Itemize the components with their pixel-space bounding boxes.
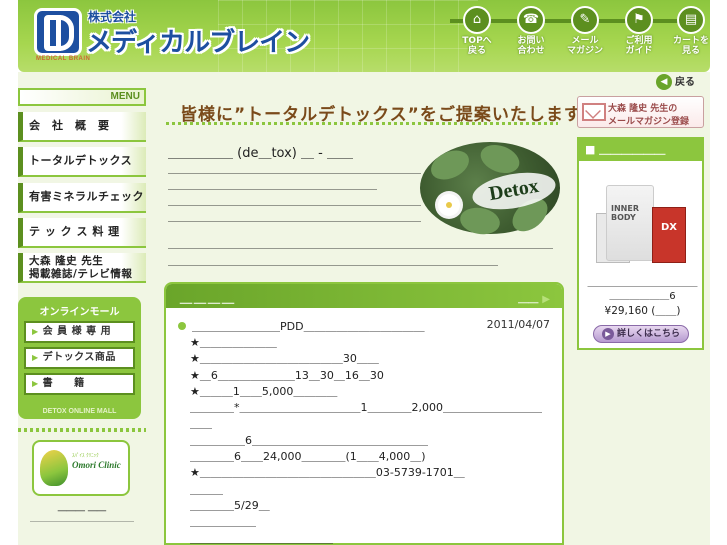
clinic-banner[interactable]: ｽﾊﾟｲｽ ｸﾘﾆｯｸ Omori Clinic (32, 440, 130, 496)
back-arrow-icon: ◀ (656, 74, 672, 90)
product-detail-button[interactable]: ▶ 詳しくはこちら (593, 325, 689, 343)
mail-magazine-line2: メールマガジン登録 (608, 117, 690, 127)
triangle-right-icon: ▶ (542, 294, 550, 305)
nav-cart-label: カートを 見る (672, 36, 709, 56)
triangle-right-icon: ▶ (32, 379, 39, 388)
logo-subtitle: MEDICAL BRAIN (36, 56, 91, 62)
intro-paragraph-1: ＿＿＿＿＿＿＿＿＿＿＿＿＿＿＿＿＿＿＿＿＿＿＿＿＿＿＿＿＿＿＿＿＿＿＿＿＿＿＿＿… (168, 162, 421, 191)
title-underline (166, 122, 558, 125)
sidebar-item-mineral-check[interactable]: 有害ミネラルチェック (18, 183, 146, 213)
news-more-link[interactable]: ＿＿ ▶ (518, 290, 550, 305)
nav-contact-label: お問い 合わせ (517, 36, 545, 56)
mall-members-button[interactable]: ▶ 会 員 様 専 用 (24, 321, 135, 343)
news-line: ★＿＿＿＿＿＿＿ (190, 336, 277, 349)
mail-magazine-line1: 大森 隆史 先生の (608, 104, 678, 114)
top-navigation: ⌂ TOPへ 戻る ☎ お問い 合わせ ✎ メール マガジン ⚑ ご利用 ガイド… (438, 6, 710, 64)
detox-leaf-image: Detox (420, 139, 560, 238)
logo-company-name[interactable]: メディカルブレイン (86, 22, 310, 59)
product-box: ■ ＿＿＿＿＿＿ INNER BODY DX ＿＿＿＿＿＿＿＿＿＿＿＿＿＿＿＿＿… (577, 137, 704, 350)
news-line: ＿＿＿＿6＿＿24,000＿＿＿＿(1＿＿4,000＿) (190, 450, 426, 464)
news-item-date: 2011/04/07 (486, 318, 550, 331)
product-price: ¥29,160 (＿＿) (604, 305, 681, 317)
news-panel: ＿＿＿＿ ＿＿ ▶ ＿＿＿＿＿＿＿＿PDD＿＿＿＿＿＿＿＿＿＿＿ 2011/04/… (164, 282, 564, 545)
sidebar-item-media-line1: 大森 隆史 先生 (29, 255, 104, 267)
product-tub-label: INNER BODY (611, 204, 639, 222)
online-mall-footer: DETOX ONLINE MALL (42, 408, 117, 415)
clinic-logo-sub: ｽﾊﾟｲｽ ｸﾘﾆｯｸ (72, 453, 99, 459)
clinic-logo-name: Omori Clinic (72, 460, 121, 470)
sidebar-item-total-detox[interactable]: トータルデトックス (18, 147, 146, 177)
left-menu: MENU (18, 88, 146, 106)
flower-icon (438, 194, 460, 216)
cart-icon: ▤ (677, 6, 705, 34)
nav-guide-link[interactable]: ⚑ ご利用 ガイド (612, 6, 666, 56)
intro-paragraph-3: ＿＿＿＿＿＿＿＿＿＿＿＿＿＿＿＿＿＿＿＿＿＿＿＿＿＿＿＿＿＿＿＿＿＿＿＿＿＿＿＿… (168, 237, 553, 267)
menu-heading: MENU (18, 88, 146, 106)
phone-icon: ☎ (517, 6, 545, 34)
company-logo-icon[interactable] (34, 8, 82, 56)
product-image[interactable]: INNER BODY DX (596, 181, 688, 269)
news-line: ＿＿＿＿＿＿ (190, 515, 256, 529)
nav-top-link[interactable]: ⌂ TOPへ 戻る (450, 6, 504, 56)
news-title: ＿＿＿＿ (180, 291, 237, 305)
nav-cart-link[interactable]: ▤ カートを 見る (664, 6, 710, 56)
news-line: ＿＿＿＿＿6＿＿＿＿＿＿＿＿＿＿＿＿＿＿＿＿ (190, 433, 428, 447)
news-line: ＿＿＿＿*＿＿＿＿＿＿＿＿＿＿＿1＿＿＿＿2,000＿＿＿＿＿＿＿＿＿＿＿ (190, 401, 542, 431)
mail-magazine-banner[interactable]: 大森 隆史 先生の メールマガジン登録 (577, 96, 704, 128)
nav-magazine-link[interactable]: ✎ メール マガジン (558, 6, 612, 56)
news-line: ★＿6＿＿＿＿＿＿＿13＿30＿16＿30 (190, 368, 384, 382)
news-line: ★＿＿＿1＿＿5,000＿＿＿＿ (190, 384, 338, 398)
sidebar-item-company[interactable]: 会 社 概 要 (18, 112, 146, 142)
mall-books-button[interactable]: ▶ 書 籍 (24, 373, 135, 395)
sidebar-item-media-line2: 掲載雑誌/テレビ情報 (29, 268, 133, 280)
news-line: ★＿＿＿＿＿＿＿＿＿＿＿＿＿＿＿＿03-5739-1701＿ (190, 466, 465, 480)
back-label: 戻る (675, 77, 695, 88)
arrow-right-icon: ▶ (601, 327, 614, 340)
nav-top-label: TOPへ 戻る (462, 36, 492, 56)
online-mall-title: オンラインモール (39, 307, 120, 318)
intro-paragraph-2: ＿＿＿＿＿＿＿＿＿＿＿＿＿＿＿＿＿＿＿＿＿＿＿＿＿＿＿＿＿＿＿＿＿＿＿＿＿＿＿＿… (168, 194, 421, 223)
clinic-logo-icon (40, 450, 68, 486)
news-header: ＿＿＿＿ ＿＿ ▶ (166, 284, 562, 308)
bullet-icon (178, 322, 186, 330)
nav-magazine-label: メール マガジン (566, 36, 603, 56)
product-name[interactable]: ＿＿＿＿＿＿＿＿＿＿＿＿＿＿＿＿＿6 (583, 277, 702, 303)
clinic-caption-title: ＿＿＿ ＿＿ (57, 503, 107, 513)
home-icon: ⌂ (463, 6, 491, 34)
product-box-label: DX (652, 207, 686, 263)
pen-icon: ✎ (571, 6, 599, 34)
news-line: ＿＿＿＿＿＿＿＿＿＿＿＿＿ (190, 531, 333, 545)
sidebar-item-detox-cooking[interactable]: テ ッ ク ス 料 理 (18, 218, 146, 248)
online-mall-panel: オンラインモール ▶ 会 員 様 専 用 ▶ デトックス商品 ▶ 書 籍 DETOX … (18, 297, 141, 419)
news-line: ＿＿＿＿5/29＿ (190, 498, 270, 512)
news-item-title[interactable]: ＿＿＿＿＿＿＿＿PDD＿＿＿＿＿＿＿＿＿＿＿ (178, 318, 425, 334)
clinic-caption-text: ＿＿＿＿＿＿＿＿＿＿＿＿＿ (30, 514, 134, 523)
page-title: 皆様に”トータルデトックス”をご提案いたします (166, 100, 582, 125)
triangle-right-icon: ▶ (32, 327, 39, 336)
nav-guide-label: ご利用 ガイド (625, 36, 653, 56)
mall-detox-products-button[interactable]: ▶ デトックス商品 (24, 347, 135, 369)
back-link[interactable]: ◀ 戻る (656, 73, 695, 90)
sidebar-divider (18, 428, 146, 432)
site-header: MEDICAL BRAIN 株式会社 メディカルブレイン ⌂ TOPへ 戻る ☎… (18, 0, 710, 72)
triangle-right-icon: ▶ (32, 353, 39, 362)
nav-contact-link[interactable]: ☎ お問い 合わせ (504, 6, 558, 56)
news-line: ＿＿＿ (190, 482, 223, 496)
sidebar-item-media-info[interactable]: 大森 隆史 先生 掲載雑誌/テレビ情報 (18, 253, 146, 283)
envelope-icon (582, 103, 606, 121)
news-item-body: ★＿＿＿＿＿＿＿ ★＿＿＿＿＿＿＿＿＿＿＿＿＿30＿＿ ★＿6＿＿＿＿＿＿＿13… (190, 335, 550, 545)
flag-icon: ⚑ (625, 6, 653, 34)
product-box-heading: ■ ＿＿＿＿＿＿ (579, 139, 702, 161)
intro-heading: ＿＿＿＿＿ (de＿tox) ＿ - ＿＿ (168, 146, 353, 161)
news-line: ★＿＿＿＿＿＿＿＿＿＿＿＿＿30＿＿ (190, 352, 379, 366)
